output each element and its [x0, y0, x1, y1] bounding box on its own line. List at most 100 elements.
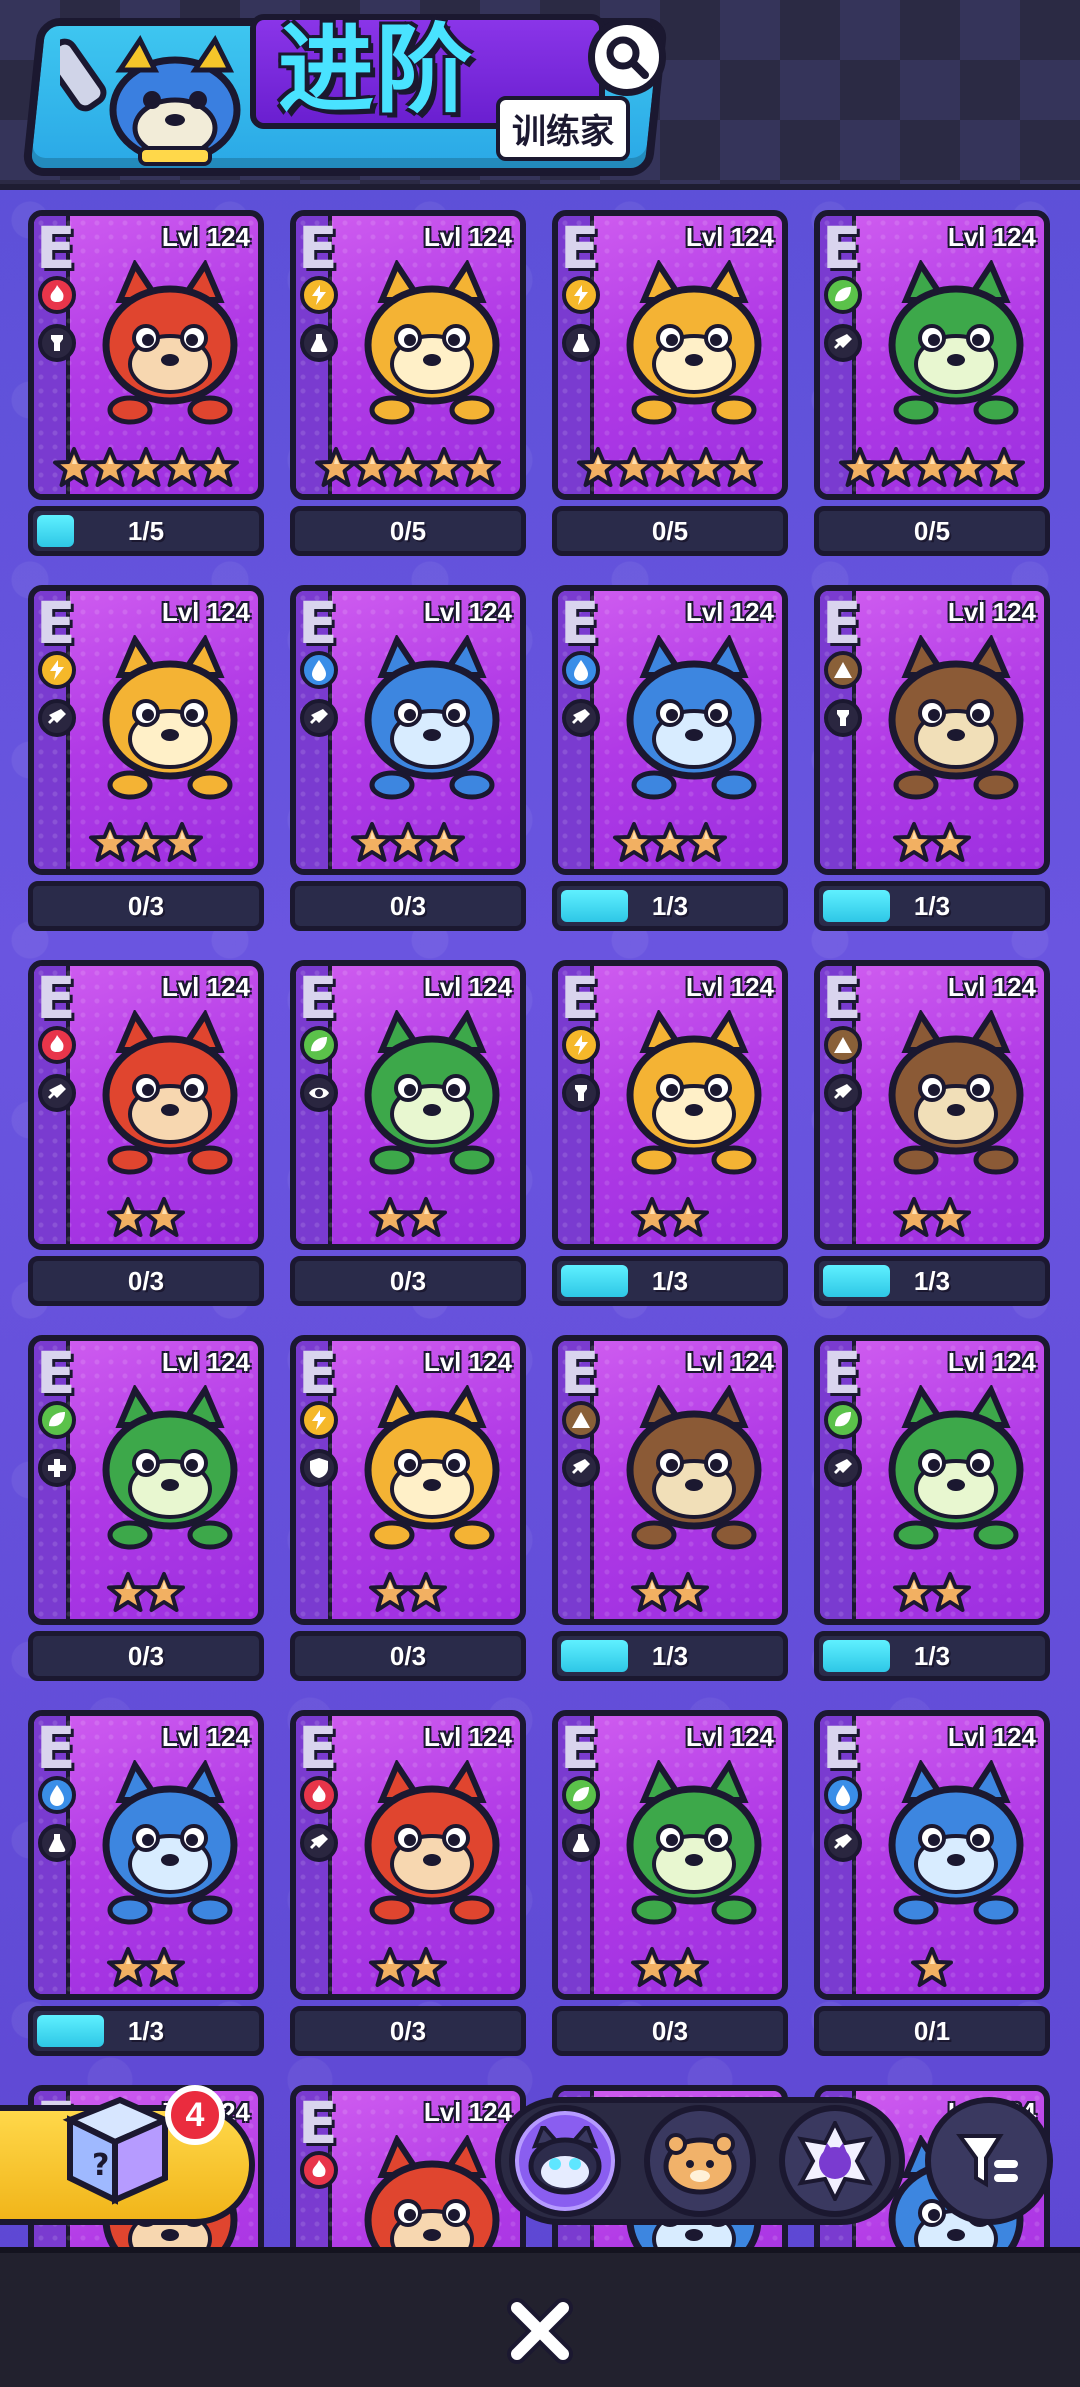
progress-text: 1/3 — [651, 890, 689, 921]
rank-letter: E — [822, 964, 862, 1032]
attacker-role-icon — [300, 699, 338, 737]
shard-progress-bar: 1/3 — [552, 881, 788, 931]
star-icon — [911, 1947, 953, 1987]
rank-letter: E — [822, 214, 862, 282]
defender-role-icon — [38, 324, 76, 362]
level-label: Lvl 124 — [161, 597, 250, 627]
water-element-icon — [562, 651, 600, 689]
rank-letter: E — [298, 214, 338, 282]
progress-text: 1/3 — [913, 1265, 951, 1296]
shard-progress-bar: 1/3 — [814, 1256, 1050, 1306]
progress-text: 0/3 — [127, 1640, 165, 1671]
healer-role-icon — [38, 1449, 76, 1487]
creature-card[interactable]: E Lvl 124 0/3 — [290, 960, 526, 1306]
level-label: Lvl 124 — [947, 972, 1036, 1002]
level-label: Lvl 124 — [423, 597, 512, 627]
tab-cat[interactable] — [509, 2105, 621, 2217]
shard-progress-bar: 0/5 — [552, 506, 788, 556]
star-icon — [197, 447, 239, 487]
shard-progress-bar: 1/3 — [552, 1256, 788, 1306]
creature-card[interactable]: E Lvl 124 1/3 — [28, 1710, 264, 2056]
creature-card[interactable]: E Lvl 124 0/3 — [552, 1710, 788, 2056]
creature-card[interactable]: E Lvl 124 0/1 — [814, 1710, 1050, 2056]
creature-card[interactable]: E Lvl 124 0/5 — [552, 210, 788, 556]
grass-element-icon — [824, 276, 862, 314]
shard-progress-bar: 1/3 — [814, 881, 1050, 931]
attacker-role-icon — [824, 1824, 862, 1862]
creature-card[interactable]: E Lvl 124 1/5 — [28, 210, 264, 556]
scout-role-icon — [300, 1074, 338, 1112]
potion-role-icon — [300, 324, 338, 362]
card-frame: E Lvl 124 — [552, 210, 788, 500]
close-icon — [507, 2298, 573, 2364]
card-frame: E Lvl 124 — [28, 1335, 264, 1625]
card-frame: E Lvl 124 — [28, 210, 264, 500]
creature-card[interactable]: E Lvl 124 0/5 — [814, 210, 1050, 556]
earth-element-icon — [562, 1401, 600, 1439]
grass-element-icon — [562, 1776, 600, 1814]
electric-element-icon — [38, 651, 76, 689]
creature-card[interactable]: E Lvl 124 1/3 — [814, 1335, 1050, 1681]
creature-card[interactable]: E Lvl 124 1/3 — [814, 960, 1050, 1306]
search-button[interactable] — [588, 18, 666, 96]
creature-card[interactable]: E Lvl 124 0/3 — [290, 585, 526, 931]
defender-role-icon — [562, 1074, 600, 1112]
creature-card[interactable]: E Lvl 124 0/3 — [290, 1335, 526, 1681]
creature-card[interactable]: E Lvl 124 1/3 — [552, 960, 788, 1306]
grass-element-icon — [38, 1401, 76, 1439]
attacker-role-icon — [38, 1074, 76, 1112]
tab-crystal-cat[interactable] — [779, 2105, 891, 2217]
attacker-role-icon — [824, 1449, 862, 1487]
progress-text: 0/3 — [389, 2015, 427, 2046]
mascot-icon — [60, 35, 241, 166]
level-label: Lvl 124 — [685, 1722, 774, 1752]
creature-card[interactable]: E Lvl 124 1/3 — [552, 585, 788, 931]
creature-card[interactable]: E Lvl 124 0/5 — [290, 210, 526, 556]
attacker-role-icon — [824, 324, 862, 362]
progress-text: 1/3 — [127, 2015, 165, 2046]
shard-progress-bar: 0/3 — [552, 2006, 788, 2056]
level-label: Lvl 124 — [947, 1347, 1036, 1377]
rank-letter: E — [298, 1339, 338, 1407]
creature-portrait — [626, 260, 762, 425]
tab-hamster[interactable] — [644, 2105, 756, 2217]
progress-text: 0/3 — [127, 890, 165, 921]
creature-card[interactable]: E Lvl 124 0/3 — [28, 1335, 264, 1681]
star-icon — [685, 822, 727, 862]
creature-card[interactable]: E Lvl 124 1/3 — [552, 1335, 788, 1681]
star-icon — [983, 447, 1025, 487]
shard-progress-bar: 1/5 — [28, 506, 264, 556]
card-frame: E Lvl 124 — [552, 1335, 788, 1625]
star-icon — [667, 1947, 709, 1987]
creature-portrait — [626, 635, 762, 800]
level-label: Lvl 124 — [161, 222, 250, 252]
star-rating — [34, 1946, 258, 1990]
creature-card[interactable]: E Lvl 124 0/3 — [28, 585, 264, 931]
progress-text: 1/3 — [913, 890, 951, 921]
creature-card[interactable]: E Lvl 124 0/3 — [290, 1710, 526, 2056]
progress-text: 1/3 — [913, 1640, 951, 1671]
star-icon — [929, 1197, 971, 1237]
creature-card[interactable]: E Lvl 124 1/3 — [814, 585, 1050, 931]
filter-button[interactable] — [925, 2097, 1053, 2225]
star-icon — [667, 1197, 709, 1237]
search-icon — [606, 36, 649, 79]
earth-element-icon — [824, 1026, 862, 1064]
shard-progress-bar: 0/3 — [290, 1631, 526, 1681]
creature-portrait — [364, 635, 500, 800]
creature-card[interactable]: E Lvl 124 0/3 — [28, 960, 264, 1306]
creature-portrait — [888, 635, 1024, 800]
star-rating — [34, 1196, 258, 1240]
header: 进阶 训练家 — [0, 0, 1080, 190]
star-icon — [667, 1572, 709, 1612]
shard-progress-bar: 0/3 — [290, 1256, 526, 1306]
card-frame: E Lvl 124 — [28, 960, 264, 1250]
shield-role-icon — [300, 1449, 338, 1487]
creature-portrait — [888, 1010, 1024, 1175]
shard-progress-bar: 0/5 — [814, 506, 1050, 556]
earth-element-icon — [824, 651, 862, 689]
close-button[interactable] — [500, 2291, 580, 2371]
rank-letter: E — [822, 1714, 862, 1782]
level-label: Lvl 124 — [947, 222, 1036, 252]
star-icon — [143, 1947, 185, 1987]
